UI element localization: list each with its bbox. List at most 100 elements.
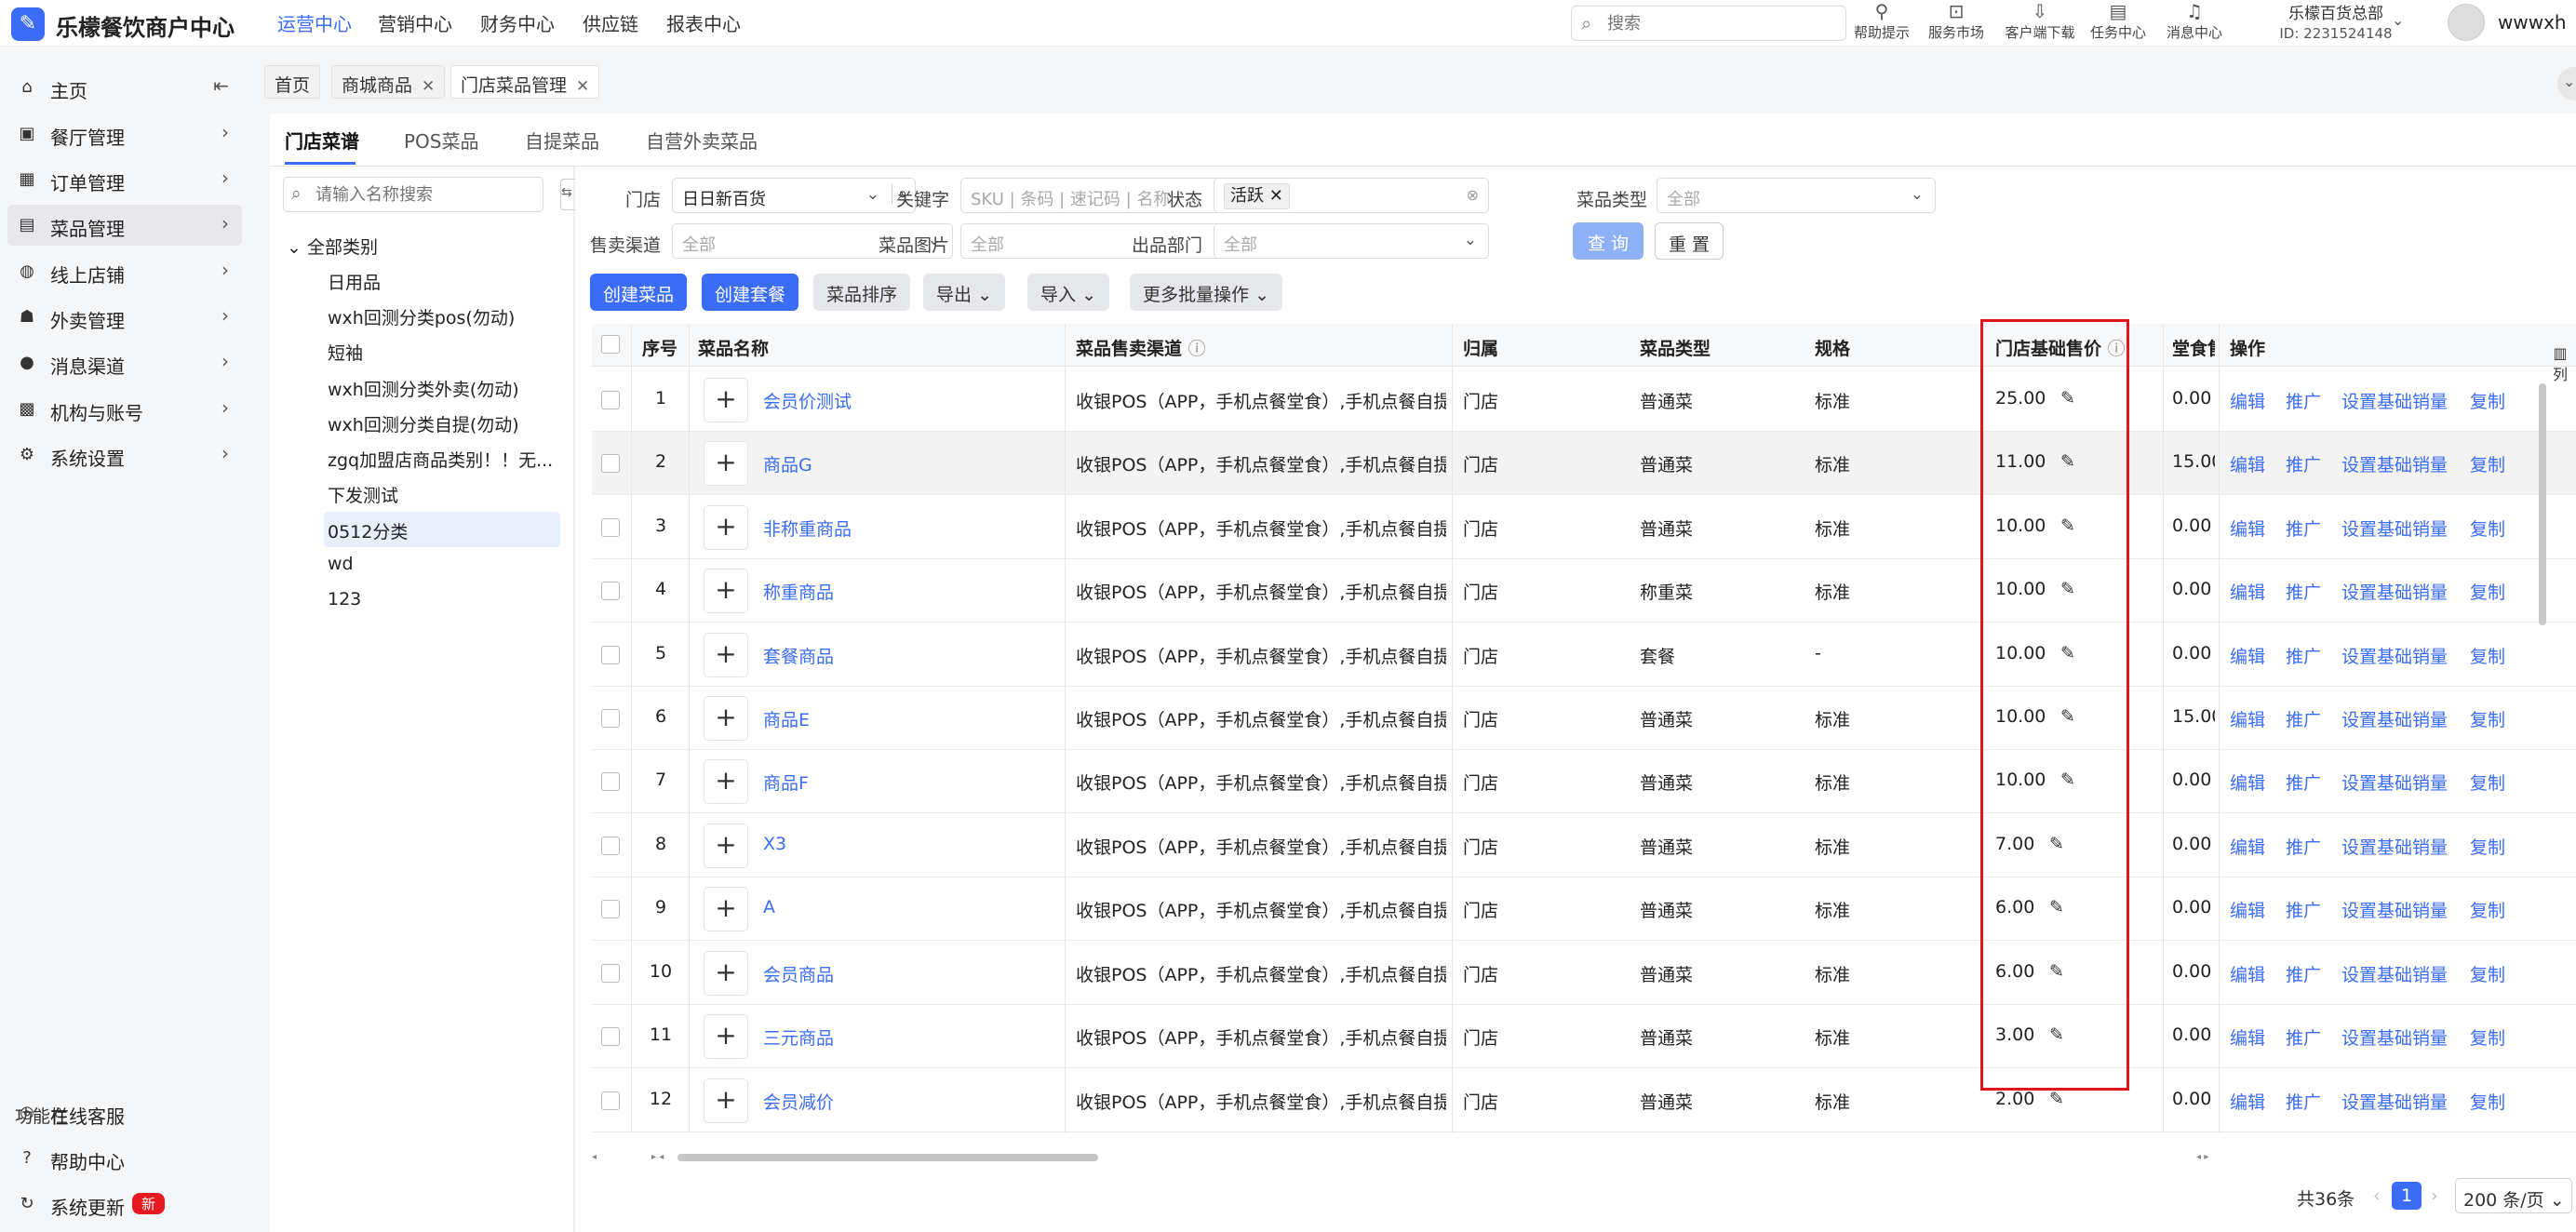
sidebar-item-dishes[interactable]: ▤ 菜品管理 › (7, 205, 242, 246)
avatar[interactable] (2448, 4, 2485, 41)
topnav-marketing[interactable]: 营销中心 (378, 9, 452, 36)
user-name[interactable]: wwwxh (2498, 11, 2567, 33)
dish-name-link[interactable]: 商品G (763, 451, 1042, 476)
import-button[interactable]: 导入 ⌄ (1027, 274, 1109, 311)
row-checkbox[interactable] (601, 391, 620, 409)
dish-name-link[interactable]: 商品F (763, 770, 1042, 795)
promote-link[interactable]: 推广 (2286, 770, 2321, 795)
scroll-thumb[interactable] (678, 1154, 1098, 1161)
sidebar-item-support[interactable]: ◎ 在线客服 (7, 1092, 242, 1133)
set-base-sales-link[interactable]: 设置基础销量 (2341, 770, 2448, 795)
sidebar-item-message-channel[interactable]: ● 消息渠道 › (7, 342, 242, 383)
set-base-sales-link[interactable]: 设置基础销量 (2341, 1024, 2448, 1050)
close-icon[interactable]: ✕ (422, 77, 435, 96)
tree-node[interactable]: zgq加盟店商品类别！！无... (324, 440, 560, 475)
subtab-store-menu[interactable]: 门店菜谱 (285, 127, 359, 154)
row-checkbox[interactable] (601, 1027, 620, 1046)
topnav-reports[interactable]: 报表中心 (666, 9, 741, 36)
promote-link[interactable]: 推广 (2286, 451, 2321, 476)
tree-node[interactable]: 下发测试 (324, 475, 560, 511)
edit-link[interactable]: 编辑 (2230, 834, 2265, 859)
row-checkbox[interactable] (601, 837, 620, 855)
tool-help-tips[interactable]: ⚲ 帮助提示 (1845, 2, 1919, 42)
tool-market[interactable]: ⊡ 服务市场 (1919, 2, 1993, 42)
close-icon[interactable]: ✕ (1269, 186, 1283, 206)
tool-tasks[interactable]: ▤ 任务中心 (2081, 2, 2155, 42)
horizontal-scrollbar[interactable]: ◂ ▸ ◂ ◂ ▸ (592, 1152, 2394, 1163)
row-checkbox[interactable] (601, 1091, 620, 1110)
row-checkbox[interactable] (601, 646, 620, 664)
add-image-button[interactable]: + (704, 1078, 748, 1123)
category-search-input[interactable] (315, 183, 530, 206)
add-image-button[interactable]: + (704, 951, 748, 996)
add-image-button[interactable]: + (704, 378, 748, 422)
add-image-button[interactable]: + (704, 1014, 748, 1059)
copy-link[interactable]: 复制 (2470, 961, 2505, 986)
dish-name-link[interactable]: 商品E (763, 706, 1042, 731)
add-image-button[interactable]: + (704, 569, 748, 613)
copy-link[interactable]: 复制 (2470, 1089, 2505, 1114)
sidebar-item-update[interactable]: ↻ 系统更新新 (7, 1184, 242, 1225)
collapse-sidebar-icon[interactable]: ⇤ (213, 74, 229, 97)
promote-link[interactable]: 推广 (2286, 706, 2321, 731)
add-image-button[interactable]: + (704, 633, 748, 677)
chevron-down-icon[interactable]: ⌄ (2392, 11, 2404, 29)
export-button[interactable]: 导出 ⌄ (923, 274, 1005, 311)
dish-name-link[interactable]: 套餐商品 (763, 643, 1042, 668)
prev-page-icon[interactable]: ‹ (2373, 1185, 2381, 1206)
copy-link[interactable]: 复制 (2470, 1024, 2505, 1050)
subtab-self-delivery[interactable]: 自营外卖菜品 (646, 127, 758, 154)
dish-name-link[interactable]: X3 (763, 834, 1042, 854)
batch-ops-button[interactable]: 更多批量操作 ⌄ (1130, 274, 1282, 311)
page-size-select[interactable]: 200 条/页 ⌄ (2455, 1178, 2572, 1213)
copy-link[interactable]: 复制 (2470, 451, 2505, 476)
copy-link[interactable]: 复制 (2470, 897, 2505, 922)
add-image-button[interactable]: + (704, 887, 748, 931)
edit-link[interactable]: 编辑 (2230, 388, 2265, 413)
edit-link[interactable]: 编辑 (2230, 897, 2265, 922)
org-switcher[interactable]: 乐檬百货总部 ID: 2231524148 (2261, 0, 2410, 42)
row-checkbox[interactable] (601, 772, 620, 791)
sidebar-item-home[interactable]: ⌂ 主页 ⇤ (7, 67, 242, 108)
copy-link[interactable]: 复制 (2470, 643, 2505, 668)
global-search[interactable]: ⌕ (1571, 6, 1846, 41)
topnav-ops[interactable]: 运营中心 (277, 9, 352, 36)
promote-link[interactable]: 推广 (2286, 897, 2321, 922)
clear-icon[interactable]: ⊗ (1467, 186, 1479, 204)
set-base-sales-link[interactable]: 设置基础销量 (2341, 834, 2448, 859)
tree-node[interactable]: 123 (324, 583, 560, 618)
tree-node[interactable]: 短袖 (324, 333, 560, 368)
dish-name-link[interactable]: 非称重商品 (763, 516, 1042, 541)
tabs-more-icon[interactable]: ⌄ (2557, 67, 2576, 100)
row-checkbox[interactable] (601, 900, 620, 918)
topnav-finance[interactable]: 财务中心 (480, 9, 555, 36)
set-base-sales-link[interactable]: 设置基础销量 (2341, 961, 2448, 986)
tree-node[interactable]: wd (324, 547, 560, 583)
status-select[interactable]: 活跃 ✕ ⊗ (1214, 178, 1489, 213)
topnav-supply[interactable]: 供应链 (583, 9, 638, 36)
add-image-button[interactable]: + (704, 441, 748, 486)
column-settings[interactable]: ▥ 列 (2550, 344, 2570, 384)
copy-link[interactable]: 复制 (2470, 770, 2505, 795)
promote-link[interactable]: 推广 (2286, 516, 2321, 541)
set-base-sales-link[interactable]: 设置基础销量 (2341, 388, 2448, 413)
dish-name-link[interactable]: 会员商品 (763, 961, 1042, 986)
search-input[interactable] (1607, 11, 1831, 35)
subtab-pos[interactable]: POS菜品 (404, 127, 479, 154)
copy-link[interactable]: 复制 (2470, 516, 2505, 541)
tab-store-dishes[interactable]: 门店菜品管理 ✕ (450, 65, 600, 99)
edit-link[interactable]: 编辑 (2230, 643, 2265, 668)
row-checkbox[interactable] (601, 709, 620, 728)
row-checkbox[interactable] (601, 582, 620, 600)
tab-home[interactable]: 首页 (264, 65, 321, 99)
sidebar-item-restaurant[interactable]: ▣ 餐厅管理 › (7, 114, 242, 154)
promote-link[interactable]: 推广 (2286, 643, 2321, 668)
set-base-sales-link[interactable]: 设置基础销量 (2341, 1089, 2448, 1114)
type-select[interactable]: 全部 ⌄ (1657, 178, 1936, 213)
dish-name-link[interactable]: 称重商品 (763, 579, 1042, 604)
set-base-sales-link[interactable]: 设置基础销量 (2341, 579, 2448, 604)
add-image-button[interactable]: + (704, 505, 748, 550)
dept-select[interactable]: 全部 ⌄ (1214, 223, 1489, 259)
sidebar-item-online-store[interactable]: ◍ 线上店铺 › (7, 251, 242, 292)
edit-link[interactable]: 编辑 (2230, 451, 2265, 476)
